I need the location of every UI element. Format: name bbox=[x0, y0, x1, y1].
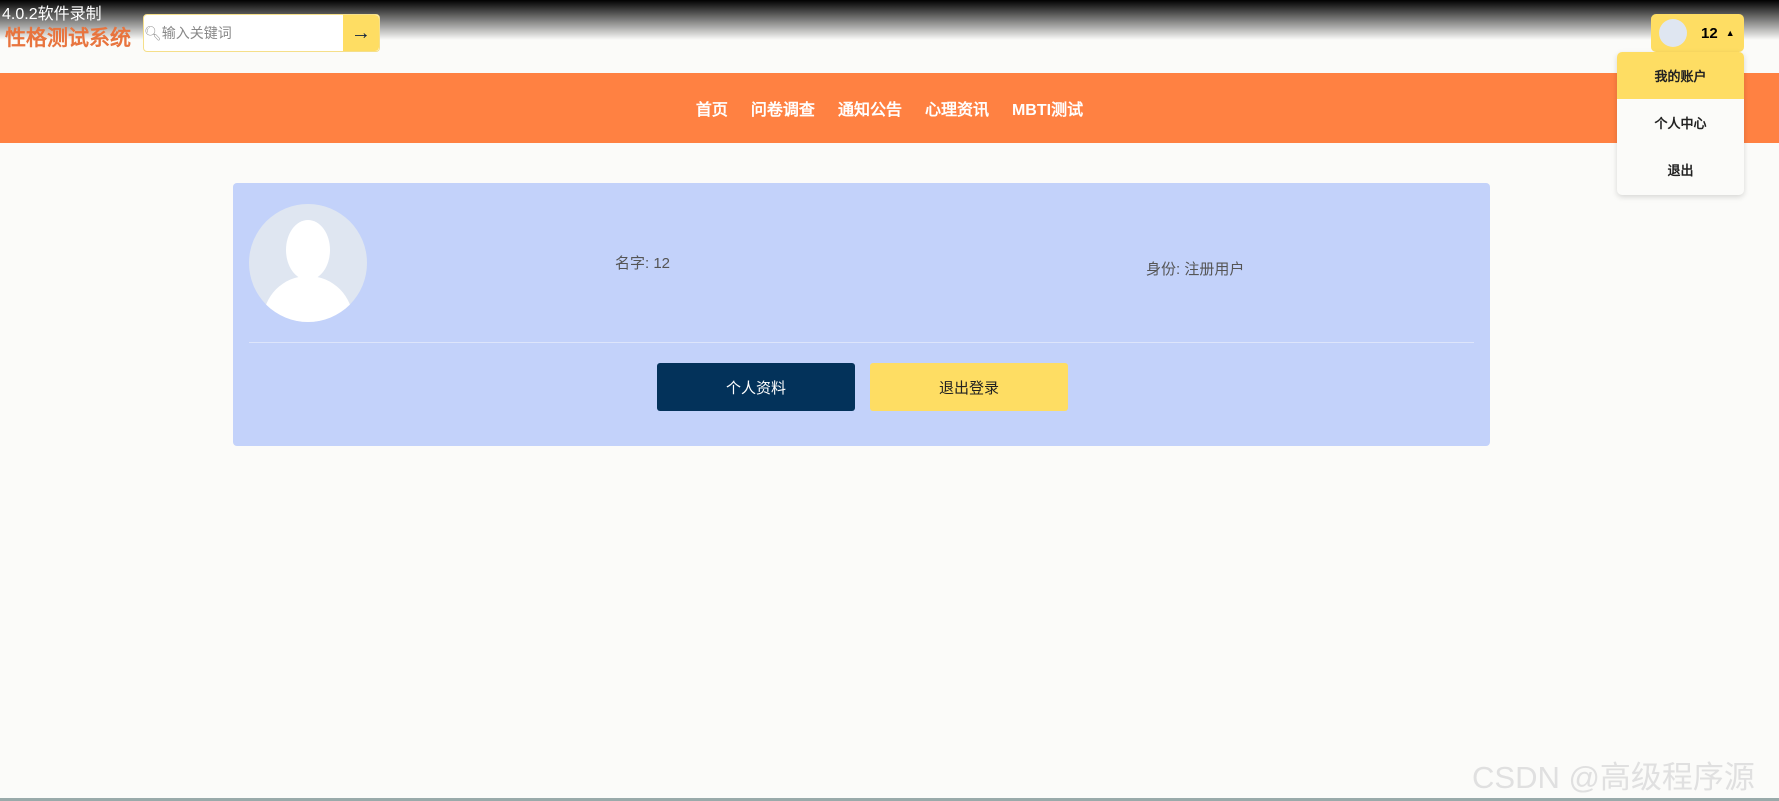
user-menu-button[interactable]: 12 ▲ bbox=[1651, 14, 1744, 52]
nav-survey[interactable]: 问卷调查 bbox=[751, 96, 815, 120]
logout-button[interactable]: 退出登录 bbox=[870, 363, 1068, 411]
user-dropdown: 我的账户 个人中心 退出 bbox=[1617, 52, 1744, 195]
nav-notice[interactable]: 通知公告 bbox=[838, 96, 902, 120]
avatar bbox=[1659, 19, 1687, 47]
dropdown-personal-center[interactable]: 个人中心 bbox=[1617, 99, 1744, 146]
watermark: CSDN @高级程序源 bbox=[1472, 760, 1755, 795]
search-input[interactable] bbox=[161, 15, 343, 51]
nav-home[interactable]: 首页 bbox=[696, 96, 728, 120]
search-submit-button[interactable]: → bbox=[342, 15, 379, 51]
profile-name: 名字: 12 bbox=[615, 255, 671, 272]
caret-up-icon: ▲ bbox=[1725, 28, 1735, 38]
site-logo[interactable]: 性格测试系统 bbox=[5, 22, 131, 52]
divider bbox=[249, 342, 1474, 343]
search-icon: 🔍︎ bbox=[144, 24, 162, 41]
main-nav: 首页 问卷调查 通知公告 心理资讯 MBTI测试 bbox=[0, 73, 1779, 143]
profile-identity: 身份: 注册用户 bbox=[1146, 261, 1245, 278]
profile-card: 名字: 12 身份: 注册用户 个人资料 退出登录 bbox=[233, 183, 1490, 446]
nav-mbti-test[interactable]: MBTI测试 bbox=[1012, 96, 1083, 120]
dropdown-logout[interactable]: 退出 bbox=[1617, 146, 1744, 193]
user-name: 12 bbox=[1701, 24, 1718, 42]
profile-avatar bbox=[249, 204, 367, 322]
nav-psych-news[interactable]: 心理资讯 bbox=[925, 96, 989, 120]
profile-info-button[interactable]: 个人资料 bbox=[657, 363, 855, 411]
search-box: 🔍︎ → bbox=[143, 14, 380, 52]
recorder-label: 4.0.2软件录制 bbox=[2, 6, 102, 23]
dropdown-my-account[interactable]: 我的账户 bbox=[1617, 52, 1744, 99]
arrow-right-icon: → bbox=[350, 21, 371, 44]
